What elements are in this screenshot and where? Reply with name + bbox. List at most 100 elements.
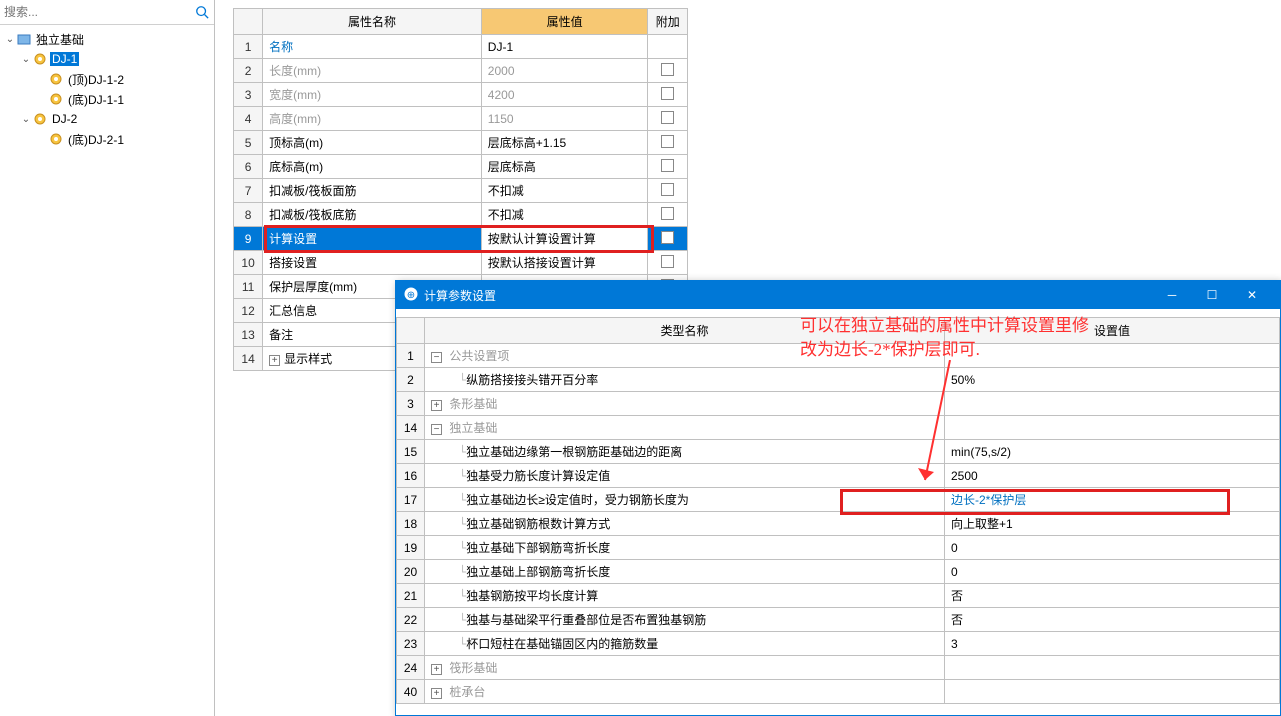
- minimize-button[interactable]: ─: [1152, 281, 1192, 309]
- calc-row[interactable]: 19└ 独立基础下部钢筋弯折长度0: [397, 536, 1280, 560]
- calc-row[interactable]: 16└ 独基受力筋长度计算设定值2500: [397, 464, 1280, 488]
- calc-row[interactable]: 3+ 条形基础: [397, 392, 1280, 416]
- property-row[interactable]: 9计算设置按默认计算设置计算: [234, 227, 688, 251]
- calc-row[interactable]: 24+ 筏形基础: [397, 656, 1280, 680]
- extra-cell[interactable]: [648, 83, 688, 107]
- tree-item-dj2-bot[interactable]: (底)DJ-2-1: [0, 129, 214, 149]
- close-button[interactable]: ✕: [1232, 281, 1272, 309]
- expand-toggle[interactable]: +: [431, 664, 442, 675]
- property-row[interactable]: 2长度(mm)2000: [234, 59, 688, 83]
- checkbox[interactable]: [661, 231, 674, 244]
- tree-panel: ⌄ 独立基础 ⌄ DJ-1 (顶)DJ-1-2 (底)DJ-1-1 ⌄ DJ-2: [0, 0, 215, 716]
- setvalue-cell[interactable]: 否: [945, 608, 1280, 632]
- checkbox[interactable]: [661, 183, 674, 196]
- property-row[interactable]: 3宽度(mm)4200: [234, 83, 688, 107]
- extra-cell[interactable]: [648, 131, 688, 155]
- calc-row[interactable]: 40+ 桩承台: [397, 680, 1280, 704]
- extra-cell[interactable]: [648, 155, 688, 179]
- chevron-down-icon[interactable]: ⌄: [20, 54, 32, 65]
- setvalue-cell[interactable]: 3: [945, 632, 1280, 656]
- rownum-cell: 14: [234, 347, 263, 371]
- checkbox[interactable]: [661, 135, 674, 148]
- extra-cell[interactable]: [648, 107, 688, 131]
- calc-row[interactable]: 21└ 独基钢筋按平均长度计算否: [397, 584, 1280, 608]
- expand-toggle[interactable]: −: [431, 352, 442, 363]
- rownum-cell: 3: [397, 392, 425, 416]
- value-cell[interactable]: 1150: [481, 107, 648, 131]
- calc-row[interactable]: 20└ 独立基础上部钢筋弯折长度0: [397, 560, 1280, 584]
- rownum-cell: 13: [234, 323, 263, 347]
- checkbox[interactable]: [661, 87, 674, 100]
- chevron-down-icon[interactable]: ⌄: [4, 34, 16, 45]
- checkbox[interactable]: [661, 159, 674, 172]
- setvalue-cell[interactable]: 50%: [945, 368, 1280, 392]
- value-cell[interactable]: 按默认搭接设置计算: [481, 251, 648, 275]
- checkbox[interactable]: [661, 63, 674, 76]
- tree-item-dj1-top[interactable]: (顶)DJ-1-2: [0, 69, 214, 89]
- extra-cell[interactable]: [648, 59, 688, 83]
- extra-cell[interactable]: [648, 35, 688, 59]
- setvalue-cell[interactable]: [945, 416, 1280, 440]
- checkbox[interactable]: [661, 207, 674, 220]
- checkbox[interactable]: [661, 255, 674, 268]
- property-row[interactable]: 6底标高(m)层底标高: [234, 155, 688, 179]
- tree-root[interactable]: ⌄ 独立基础: [0, 29, 214, 49]
- rownum-cell: 7: [234, 179, 263, 203]
- setvalue-cell[interactable]: 向上取整+1: [945, 512, 1280, 536]
- rownum-cell: 18: [397, 512, 425, 536]
- expand-toggle[interactable]: +: [431, 400, 442, 411]
- extra-cell[interactable]: [648, 227, 688, 251]
- property-row[interactable]: 10搭接设置按默认搭接设置计算: [234, 251, 688, 275]
- value-cell[interactable]: 不扣减: [481, 179, 648, 203]
- value-cell[interactable]: DJ-1: [481, 35, 648, 59]
- expand-toggle[interactable]: +: [431, 688, 442, 699]
- property-row[interactable]: 5顶标高(m)层底标高+1.15: [234, 131, 688, 155]
- rownum-cell: 8: [234, 203, 263, 227]
- expand-toggle[interactable]: +: [269, 355, 280, 366]
- calc-row[interactable]: 14− 独立基础: [397, 416, 1280, 440]
- name-cell: 底标高(m): [263, 155, 482, 179]
- calc-row[interactable]: 15└ 独立基础边缘第一根钢筋距基础边的距离min(75,s/2): [397, 440, 1280, 464]
- typename-cell: └ 独立基础边长≥设定值时，受力钢筋长度为: [425, 488, 945, 512]
- name-cell: 宽度(mm): [263, 83, 482, 107]
- extra-cell[interactable]: [648, 203, 688, 227]
- calc-row[interactable]: 23└ 杯口短柱在基础锚固区内的箍筋数量3: [397, 632, 1280, 656]
- extra-cell[interactable]: [648, 251, 688, 275]
- value-cell[interactable]: 按默认计算设置计算: [481, 227, 648, 251]
- value-cell[interactable]: 2000: [481, 59, 648, 83]
- property-row[interactable]: 8扣减板/筏板底筋不扣减: [234, 203, 688, 227]
- setvalue-cell[interactable]: [945, 656, 1280, 680]
- checkbox[interactable]: [661, 111, 674, 124]
- tree-item-dj1[interactable]: ⌄ DJ-1: [0, 49, 214, 69]
- value-cell[interactable]: 不扣减: [481, 203, 648, 227]
- setvalue-cell[interactable]: 2500: [945, 464, 1280, 488]
- calc-row[interactable]: 2└ 纵筋搭接接头错开百分率50%: [397, 368, 1280, 392]
- setvalue-cell[interactable]: 0: [945, 536, 1280, 560]
- maximize-button[interactable]: ☐: [1192, 281, 1232, 309]
- property-row[interactable]: 7扣减板/筏板面筋不扣减: [234, 179, 688, 203]
- tree-item-dj2[interactable]: ⌄ DJ-2: [0, 109, 214, 129]
- setvalue-cell[interactable]: 边长-2*保护层: [945, 488, 1280, 512]
- search-icon[interactable]: [194, 4, 210, 20]
- dialog-titlebar[interactable]: ⊕ 计算参数设置 ─ ☐ ✕: [396, 281, 1280, 309]
- setvalue-cell[interactable]: min(75,s/2): [945, 440, 1280, 464]
- expand-toggle[interactable]: −: [431, 424, 442, 435]
- property-row[interactable]: 1名称DJ-1: [234, 35, 688, 59]
- calc-row[interactable]: 22└ 独基与基础梁平行重叠部位是否布置独基钢筋否: [397, 608, 1280, 632]
- calc-row[interactable]: 17└ 独立基础边长≥设定值时，受力钢筋长度为边长-2*保护层: [397, 488, 1280, 512]
- rownum-cell: 20: [397, 560, 425, 584]
- search-input[interactable]: [4, 5, 194, 19]
- chevron-down-icon[interactable]: ⌄: [20, 114, 32, 125]
- extra-cell[interactable]: [648, 179, 688, 203]
- setvalue-cell[interactable]: [945, 680, 1280, 704]
- tree-item-dj1-bot[interactable]: (底)DJ-1-1: [0, 89, 214, 109]
- setvalue-cell[interactable]: 否: [945, 584, 1280, 608]
- calc-row[interactable]: 18└ 独立基础钢筋根数计算方式向上取整+1: [397, 512, 1280, 536]
- value-cell[interactable]: 4200: [481, 83, 648, 107]
- property-row[interactable]: 4高度(mm)1150: [234, 107, 688, 131]
- setvalue-cell[interactable]: [945, 392, 1280, 416]
- value-cell[interactable]: 层底标高+1.15: [481, 131, 648, 155]
- setvalue-cell[interactable]: 0: [945, 560, 1280, 584]
- rownum-cell: 40: [397, 680, 425, 704]
- value-cell[interactable]: 层底标高: [481, 155, 648, 179]
